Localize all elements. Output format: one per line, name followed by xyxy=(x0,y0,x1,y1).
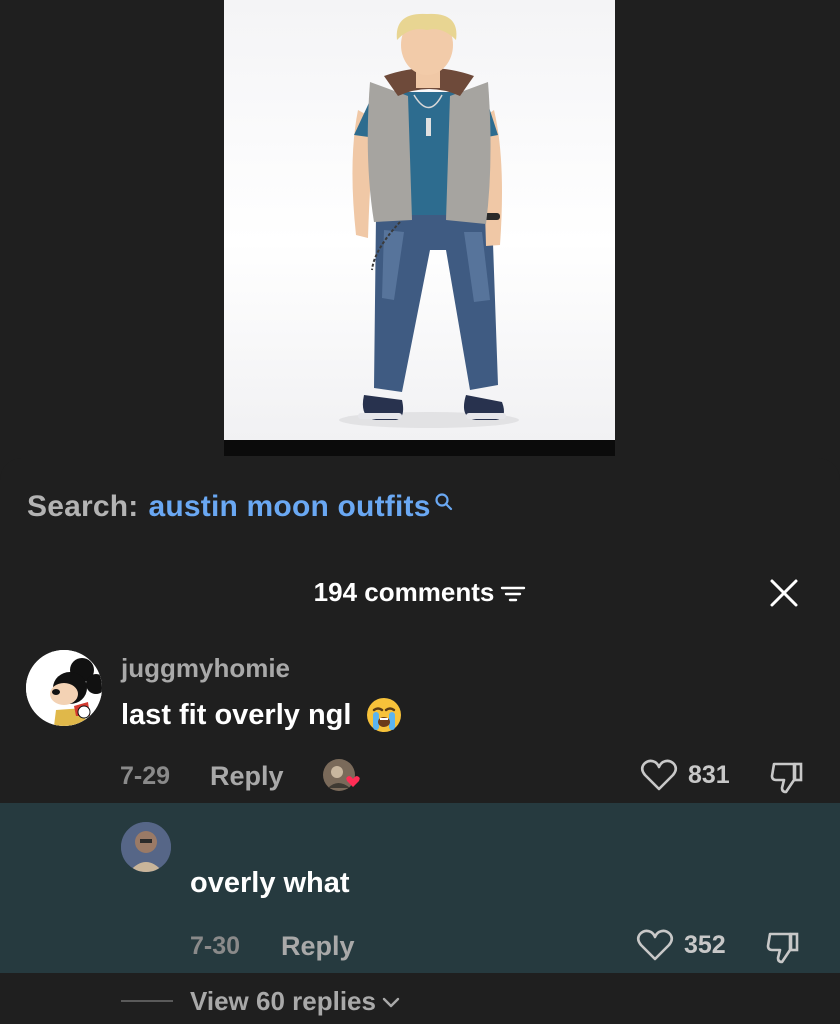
heart-icon[interactable] xyxy=(640,758,678,792)
search-suggestion[interactable]: Search: austin moon outfits xyxy=(27,490,454,524)
chevron-down-icon xyxy=(382,997,400,1007)
video-progress-bar[interactable] xyxy=(224,440,615,456)
video-frame[interactable] xyxy=(224,0,615,440)
view-replies-button[interactable]: View 60 replies xyxy=(121,983,401,1019)
comments-header: 194 comments xyxy=(0,574,840,610)
like-button[interactable]: 831 xyxy=(640,758,730,792)
heart-icon[interactable] xyxy=(636,928,674,962)
comments-count: 194 comments xyxy=(313,576,495,607)
person-figure-image xyxy=(339,13,519,428)
close-icon xyxy=(770,579,798,607)
avatar[interactable] xyxy=(121,822,171,872)
comment-body: last fit overly ngl xyxy=(121,698,352,731)
search-label: Search: xyxy=(27,490,139,523)
reply-button[interactable]: Reply xyxy=(210,761,284,792)
comment-date: 7-29 xyxy=(120,761,171,790)
comment-username[interactable]: juggmyhomie xyxy=(121,653,290,684)
search-icon xyxy=(434,493,452,511)
search-query-link[interactable]: austin moon outfits xyxy=(148,490,430,524)
reply-action[interactable]: Reply xyxy=(210,758,284,794)
like-count: 352 xyxy=(684,930,726,959)
avatar[interactable] xyxy=(26,650,102,726)
creator-liked-badge xyxy=(322,758,362,794)
dislike-icon[interactable] xyxy=(764,928,802,966)
reply-avatar-image xyxy=(121,822,171,872)
dislike-icon[interactable] xyxy=(768,758,806,796)
filter-icon[interactable] xyxy=(500,583,526,605)
comment-text: last fit overly ngl xyxy=(121,696,403,734)
reply-date: 7-30 xyxy=(190,931,241,960)
reply-reply-action[interactable]: Reply xyxy=(281,928,355,964)
reply-comment-text: overly what xyxy=(190,867,350,899)
view-replies-label[interactable]: View 60 replies xyxy=(190,986,376,1017)
reply-button[interactable]: Reply xyxy=(281,931,355,962)
like-count: 831 xyxy=(688,760,730,789)
comment-meta: 7-29 xyxy=(120,758,170,794)
reply-meta: 7-30 xyxy=(190,928,240,964)
mickey-mouse-avatar-image xyxy=(26,650,102,726)
close-button[interactable] xyxy=(764,573,804,613)
reply-like-button[interactable]: 352 xyxy=(636,928,726,962)
divider xyxy=(121,1000,173,1002)
video-player[interactable] xyxy=(0,0,840,470)
loudly-crying-face-icon xyxy=(367,698,402,732)
